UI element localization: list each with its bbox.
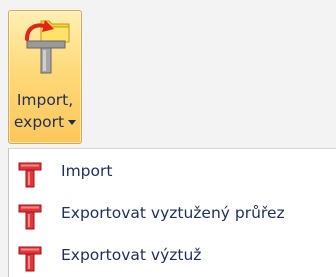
- dropdown-menu: Import Exportovat vyztužený průřez Expor…: [8, 148, 336, 277]
- ribbon-bar: Import, export: [0, 0, 336, 148]
- label-line-1: Import,: [16, 91, 74, 109]
- menu-item-import[interactable]: Import: [9, 153, 336, 193]
- menu-item-export-reinforced-section[interactable]: Exportovat vyztužený průřez: [9, 195, 336, 235]
- menu-item-export-reinforcement[interactable]: Exportovat výztuž: [9, 237, 336, 277]
- menu-item-label: Exportovat výztuž: [61, 246, 202, 264]
- import-export-button[interactable]: Import, export: [8, 10, 82, 144]
- menu-item-label: Exportovat vyztužený průřez: [61, 204, 285, 222]
- dropdown-arrow-icon: [68, 120, 77, 125]
- section-red-icon: [18, 246, 42, 272]
- section-red-icon: [18, 162, 42, 188]
- import-export-label: Import, export: [9, 89, 81, 133]
- import-export-icon: [25, 20, 70, 74]
- section-red-icon: [18, 204, 42, 230]
- menu-item-label: Import: [61, 162, 113, 180]
- label-line-2: export: [13, 113, 65, 131]
